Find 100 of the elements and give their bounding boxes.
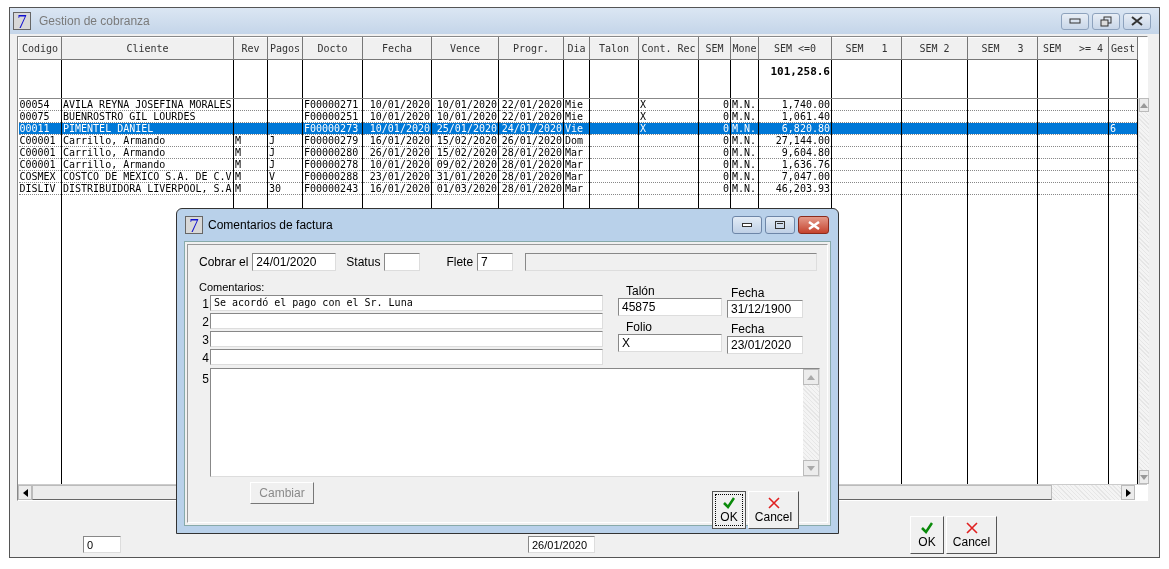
cancel-button[interactable]: Cancel	[946, 516, 997, 554]
column-header[interactable]: Fecha	[362, 37, 432, 60]
table-cell: 30	[269, 183, 282, 194]
column-header[interactable]: SEM 2	[901, 37, 968, 60]
column-header[interactable]: SEM >= 4	[1037, 37, 1109, 60]
scroll-right-icon[interactable]	[1125, 488, 1131, 497]
table-cell: 10/01/2020	[369, 123, 430, 134]
ok-button[interactable]: OK	[910, 516, 944, 554]
memo-field[interactable]	[210, 368, 820, 477]
table-cell: M.N.	[732, 123, 757, 134]
table-row[interactable]: C00001 Carrillo, Armando M J F00000278 10/01/2020 09/02/2020 28/01/2020 Mar 0 M.N. 1,636.76	[18, 158, 1138, 171]
scroll-up-icon[interactable]	[1140, 102, 1148, 108]
ok-button[interactable]: OK	[712, 491, 746, 529]
table-cell: C00001	[19, 135, 56, 146]
close-button[interactable]	[798, 216, 829, 234]
column-header[interactable]: Cont. Rec	[638, 37, 699, 60]
status-field[interactable]	[384, 253, 421, 271]
column-header[interactable]: SEM 3	[967, 37, 1038, 60]
restore-icon	[1100, 15, 1112, 27]
comment-field[interactable]	[210, 349, 603, 365]
close-button[interactable]	[1123, 12, 1151, 30]
field-label: Folio	[626, 320, 653, 334]
date-field[interactable]: 26/01/2020	[528, 536, 595, 553]
field-label: Fecha	[731, 286, 766, 300]
comment-field[interactable]	[210, 331, 603, 347]
table-row[interactable]: 00075 BUENROSTRO GIL LOURDES F00000251 10/01/2020 10/01/2020 22/01/2020 Mie X 0 M.N. 1,061.40	[18, 110, 1138, 123]
table-cell: 1,740.00	[781, 99, 830, 110]
flete-field[interactable]: 7	[477, 253, 514, 271]
table-cell: 00054	[19, 99, 50, 110]
column-header[interactable]: Mone	[730, 37, 759, 60]
table-cell: 22/01/2020	[501, 111, 562, 122]
date-field[interactable]: 24/01/2020	[252, 253, 337, 271]
scroll-left-icon[interactable]	[22, 488, 28, 497]
scroll-down-icon[interactable]	[1140, 474, 1148, 480]
table-cell: F00000271	[304, 99, 359, 110]
column-header[interactable]: Rev	[233, 37, 268, 60]
table-cell: COSMEX	[19, 171, 56, 182]
table-row[interactable]: 00054 AVILA REYNA JOSEFINA MORALES F00000271 10/01/2020 10/01/2020 22/01/2020 Mie X 0 M.N. 1,740.00	[18, 98, 1138, 111]
table-cell: AVILA REYNA JOSEFINA MORALES	[63, 99, 232, 110]
table-row[interactable]: C00001 Carrillo, Armando M J F00000280 26/01/2020 15/02/2020 28/01/2020 Mar 0 M.N. 9,604.80	[18, 146, 1138, 159]
table-row[interactable]: DISLIV DISTRIBUIDORA LIVERPOOL, S.A M 30 F00000243 16/01/2020 01/03/2020 28/01/2020 Mar 0 M.N. 46,203.93	[18, 182, 1138, 195]
date-field[interactable]: 31/12/1900	[727, 300, 803, 318]
total-amount: 101,258.6	[770, 65, 830, 78]
checkmark-icon	[723, 496, 735, 509]
table-cell: M	[235, 171, 242, 182]
talon-field[interactable]: 45875	[618, 298, 722, 316]
column-header[interactable]: Vence	[431, 37, 499, 60]
scroll-down-icon[interactable]	[807, 465, 815, 471]
table-cell: 10/01/2020	[436, 99, 497, 110]
table-row[interactable]: COSMEX COSTCO DE MEXICO S.A. DE C.V M V F00000288 23/01/2020 31/01/2020 28/01/2020 Mar 0 M.N. 7,047.00	[18, 170, 1138, 183]
column-header[interactable]: Docto	[302, 37, 363, 60]
table-cell: Carrillo, Armando	[63, 147, 166, 158]
column-header[interactable]: Cliente	[61, 37, 234, 60]
column-header[interactable]: Pagos	[267, 37, 303, 60]
maximize-button[interactable]	[765, 216, 795, 234]
close-icon	[1131, 16, 1143, 26]
restore-button[interactable]	[1092, 12, 1120, 30]
table-cell: 6	[1110, 123, 1117, 134]
table-cell: M	[235, 159, 242, 170]
scroll-up-icon[interactable]	[807, 374, 815, 380]
comment-field[interactable]	[210, 313, 603, 329]
column-header[interactable]: Gest	[1108, 37, 1138, 60]
column-header[interactable]: Dia	[563, 37, 590, 60]
table-cell: Carrillo, Armando	[63, 159, 166, 170]
table-cell: 23/01/2020	[369, 171, 430, 182]
table-cell: 46,203.93	[775, 183, 830, 194]
cancel-button[interactable]: Cancel	[748, 491, 799, 529]
table-cell: M.N.	[732, 147, 757, 158]
table-cell: F00000279	[304, 135, 359, 146]
table-cell: Mar	[565, 183, 584, 194]
column-header[interactable]: SEM 1	[831, 37, 902, 60]
column-header[interactable]: Progr.	[498, 37, 564, 60]
close-icon	[807, 220, 820, 230]
date-field[interactable]: 23/01/2020	[727, 336, 803, 354]
table-cell: M.N.	[732, 183, 757, 194]
table-cell: 0	[722, 123, 729, 134]
table-cell: 28/01/2020	[501, 183, 562, 194]
count-field[interactable]: 0	[83, 536, 121, 553]
table-cell: 1,061.40	[781, 111, 830, 122]
dialog-title: Comentarios de factura	[208, 218, 333, 232]
column-header[interactable]: SEM <=0	[758, 37, 832, 60]
table-cell: F00000288	[304, 171, 359, 182]
table-cell: DISTRIBUIDORA LIVERPOOL, S.A	[63, 183, 232, 194]
field-label: Cobrar el	[199, 255, 249, 269]
table-cell: COSTCO DE MEXICO S.A. DE C.V	[63, 171, 232, 182]
table-cell: 31/01/2020	[436, 171, 497, 182]
table-cell: F00000251	[304, 111, 359, 122]
column-header[interactable]: Codigo	[18, 37, 62, 60]
comment-field[interactable]: Se acordó el pago con el Sr. Luna	[210, 295, 603, 311]
field-label: Status	[346, 255, 381, 269]
vertical-scrollbar[interactable]	[1138, 98, 1149, 484]
table-row[interactable]: C00001 Carrillo, Armando M J F00000279 16/01/2020 15/02/2020 26/01/2020 Dom 0 M.N. 27,144.00	[18, 134, 1138, 147]
column-header[interactable]: Talon	[589, 37, 639, 60]
table-cell: 28/01/2020	[501, 171, 562, 182]
minimize-button[interactable]	[732, 216, 762, 234]
table-cell: F00000280	[304, 147, 359, 158]
table-cell: M.N.	[732, 111, 757, 122]
folio-field[interactable]: X	[618, 334, 722, 352]
column-header[interactable]: SEM	[698, 37, 731, 60]
table-cell: 09/02/2020	[436, 159, 497, 170]
